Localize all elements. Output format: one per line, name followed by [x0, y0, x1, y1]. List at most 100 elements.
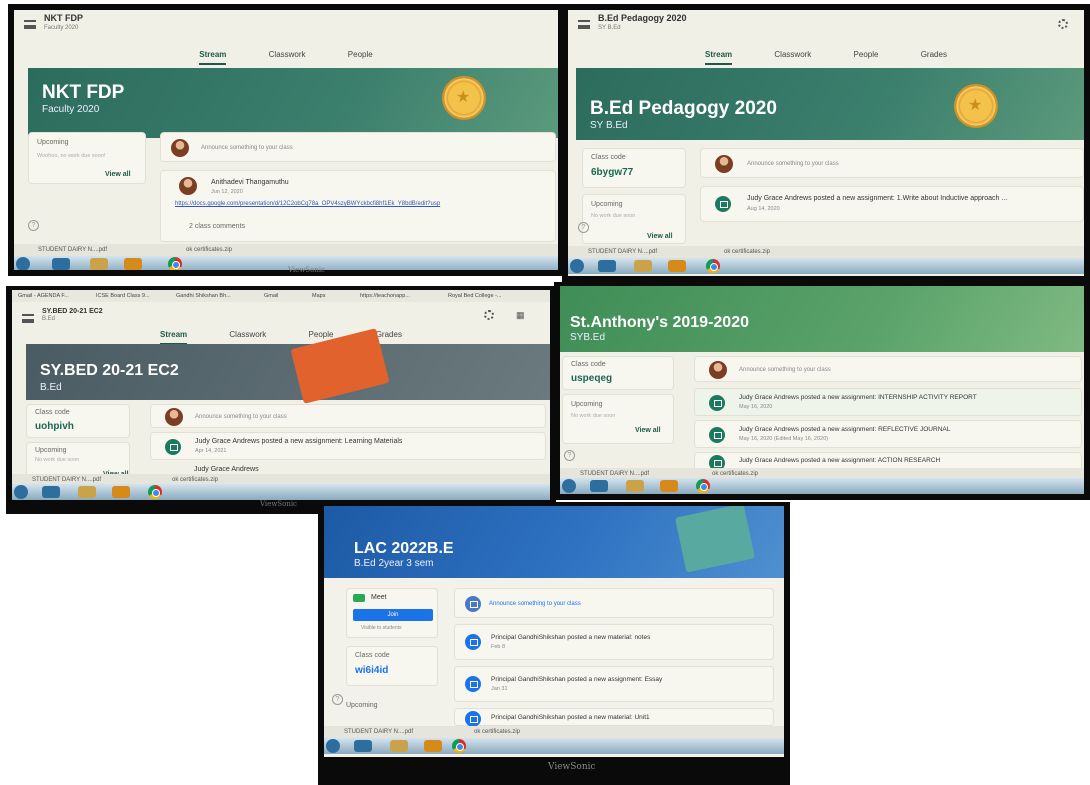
bookmark-gandhi-shikshan[interactable]: Gandhi Shikshan Bh...: [176, 293, 231, 299]
chrome-icon[interactable]: [706, 259, 720, 273]
class-code-value[interactable]: 6bygw77: [591, 167, 633, 178]
help-icon[interactable]: ?: [332, 694, 343, 705]
ie-icon[interactable]: [52, 258, 70, 270]
download-pdf[interactable]: STUDENT DAIRY N....pdf: [344, 729, 413, 735]
apps-grid-icon[interactable]: ▦: [516, 310, 525, 321]
start-button[interactable]: [570, 259, 584, 273]
download-zip[interactable]: ok certificates.zip: [172, 477, 218, 483]
bookmark-gmail[interactable]: Gmail: [264, 293, 278, 299]
media-icon[interactable]: [424, 740, 442, 752]
chrome-icon[interactable]: [696, 479, 710, 493]
tab-grades[interactable]: Grades: [921, 50, 947, 63]
stream-post[interactable]: Judy Grace Andrews posted a new assignme…: [700, 186, 1084, 222]
announce-box[interactable]: Announce something to your class: [694, 356, 1082, 382]
explorer-icon[interactable]: [626, 480, 644, 492]
bookmark-icse[interactable]: ICSE Board Class 9...: [96, 293, 150, 299]
post-title: Principal GandhiShikshan posted a new ma…: [491, 634, 651, 641]
download-pdf[interactable]: STUDENT DAIRY N....pdf: [588, 249, 657, 255]
class-banner: SY.BED 20-21 EC2 B.Ed: [26, 328, 550, 404]
announce-box[interactable]: Announce something to your class: [160, 132, 556, 162]
stream-post[interactable]: Judy Grace Andrews posted a new assignme…: [694, 420, 1082, 448]
menu-icon[interactable]: [22, 314, 34, 323]
chrome-icon[interactable]: [148, 485, 162, 499]
tab-grades[interactable]: Grades: [376, 330, 402, 343]
post-title: Principal GandhiShikshan posted a new as…: [491, 676, 663, 683]
tab-people[interactable]: People: [348, 50, 373, 63]
taskbar: [324, 738, 784, 754]
ie-icon[interactable]: [598, 260, 616, 272]
download-pdf[interactable]: STUDENT DAIRY N....pdf: [580, 471, 649, 477]
help-icon[interactable]: ?: [28, 220, 39, 231]
chrome-icon[interactable]: [452, 739, 466, 753]
stream-post[interactable]: Judy Grace Andrews posted a new assignme…: [150, 432, 546, 460]
view-all-link[interactable]: View all: [647, 233, 673, 240]
chrome-icon[interactable]: [168, 257, 182, 270]
media-icon[interactable]: [112, 486, 130, 498]
download-zip[interactable]: ok certificates.zip: [186, 247, 232, 253]
tab-stream[interactable]: Stream: [199, 50, 227, 65]
class-banner: St.Anthony's 2019-2020 SYB.Ed: [560, 286, 1084, 352]
monitor-brand: ViewSonic: [548, 762, 596, 772]
start-button[interactable]: [14, 485, 28, 499]
announce-box[interactable]: Announce something to your class: [150, 404, 546, 428]
explorer-icon[interactable]: [90, 258, 108, 270]
tab-classwork[interactable]: Classwork: [774, 50, 811, 63]
tab-stream[interactable]: Stream: [160, 330, 188, 345]
ie-icon[interactable]: [42, 486, 60, 498]
join-button[interactable]: Join: [353, 609, 433, 621]
class-comments[interactable]: 2 class comments: [189, 223, 245, 230]
stream-post[interactable]: Principal GandhiShikshan posted a new ma…: [454, 708, 774, 727]
stream-post[interactable]: Principal GandhiShikshan posted a new ma…: [454, 624, 774, 660]
start-button[interactable]: [562, 479, 576, 493]
tab-stream[interactable]: Stream: [705, 50, 733, 65]
view-all-link[interactable]: View all: [635, 427, 661, 434]
menu-icon[interactable]: [578, 20, 590, 29]
bookmark-gmail-agenda[interactable]: Gmail - AGENDA F...: [18, 293, 69, 299]
announce-box[interactable]: Announce something to your class: [454, 588, 774, 618]
stream-post[interactable]: Judy Grace Andrews posted a new assignme…: [694, 388, 1082, 416]
media-icon[interactable]: [660, 480, 678, 492]
view-all-link[interactable]: View all: [105, 171, 131, 178]
bookmark-teachonapp[interactable]: https://teachonapp...: [360, 293, 410, 299]
upcoming-empty: No work due soon: [591, 213, 636, 219]
announce-placeholder: Announce something to your class: [201, 145, 293, 151]
class-code-value[interactable]: uspeqeg: [571, 373, 612, 384]
download-pdf[interactable]: STUDENT DAIRY N....pdf: [32, 477, 101, 483]
explorer-icon[interactable]: [390, 740, 408, 752]
help-icon[interactable]: ?: [564, 450, 575, 461]
class-code-value[interactable]: wi6i4id: [355, 665, 388, 676]
screenshot-panel-bed-pedagogy: B.Ed Pedagogy 2020 SY B.Ed Stream Classw…: [562, 4, 1090, 282]
ie-icon[interactable]: [354, 740, 372, 752]
explorer-icon[interactable]: [634, 260, 652, 272]
header-class-name: B.Ed Pedagogy 2020: [598, 13, 687, 23]
stream-post[interactable]: Principal GandhiShikshan posted a new as…: [454, 666, 774, 702]
ie-icon[interactable]: [590, 480, 608, 492]
help-icon[interactable]: ?: [578, 222, 589, 233]
settings-gear-icon[interactable]: [1058, 19, 1068, 29]
download-zip[interactable]: ok certificates.zip: [474, 729, 520, 735]
explorer-icon[interactable]: [78, 486, 96, 498]
meet-label: Meet: [371, 594, 387, 601]
download-pdf[interactable]: STUDENT DAIRY N....pdf: [38, 247, 107, 253]
announce-box[interactable]: Announce something to your class: [700, 148, 1084, 178]
banner-title: SY.BED 20-21 EC2: [40, 362, 179, 379]
start-button[interactable]: [326, 739, 340, 753]
header-class-section: Faculty 2020: [44, 25, 79, 31]
media-icon[interactable]: [124, 258, 142, 270]
start-button[interactable]: [16, 257, 30, 270]
class-code-value[interactable]: uohpivh: [35, 421, 74, 432]
tab-people[interactable]: People: [854, 50, 879, 63]
upcoming-label: Upcoming: [571, 401, 603, 408]
media-icon[interactable]: [668, 260, 686, 272]
bookmark-maps[interactable]: Maps: [312, 293, 325, 299]
menu-icon[interactable]: [24, 20, 36, 29]
post-link[interactable]: https://docs.google.com/presentation/d/1…: [175, 201, 440, 207]
class-header: NKT FDP Faculty 2020: [14, 10, 558, 40]
tab-classwork[interactable]: Classwork: [229, 330, 266, 343]
bookmark-royal-bed[interactable]: Royal Bed College -...: [448, 293, 502, 299]
settings-gear-icon[interactable]: [484, 310, 494, 320]
downloads-bar: STUDENT DAIRY N....pdf ok certificates.z…: [568, 246, 1084, 258]
tab-classwork[interactable]: Classwork: [269, 50, 306, 63]
download-zip[interactable]: ok certificates.zip: [724, 249, 770, 255]
download-zip[interactable]: ok certificates.zip: [712, 471, 758, 477]
